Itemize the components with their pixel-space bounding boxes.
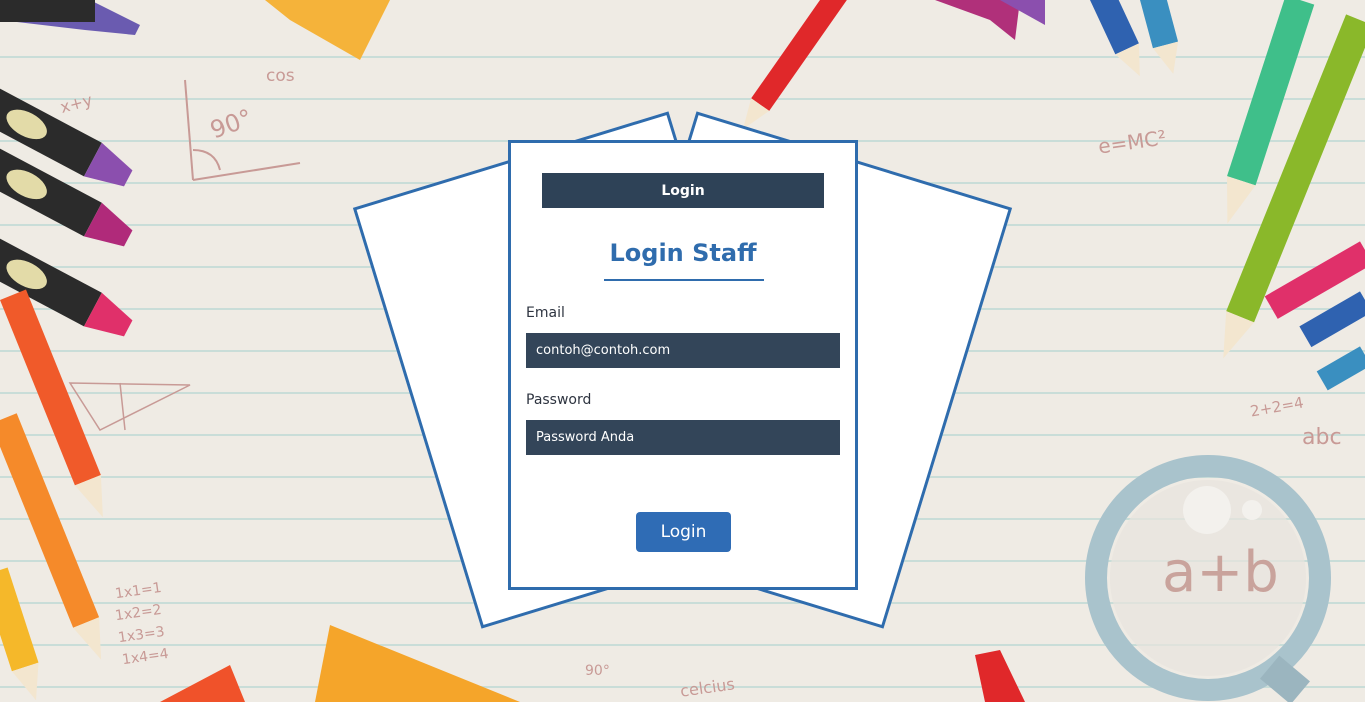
- card-header: Login: [542, 173, 824, 208]
- doodle-abc: abc: [1302, 425, 1342, 450]
- pencil-icon: [0, 567, 39, 701]
- ruler-icon: [265, 0, 390, 60]
- triangle-icon: [160, 665, 245, 702]
- doodle-cos: cos: [266, 66, 295, 86]
- pencil-icon: [1316, 346, 1365, 391]
- crayon-icon: [0, 0, 140, 35]
- doodle-a-plus-b: a+b: [1162, 540, 1279, 605]
- doodle-ninety-small: 90°: [585, 663, 610, 679]
- pencil-icon: [742, 0, 856, 130]
- pencil-icon: [1137, 0, 1179, 74]
- login-button[interactable]: Login: [636, 512, 731, 552]
- email-field[interactable]: contoh@contoh.com: [526, 333, 840, 368]
- triangle-doodle-icon: [68, 382, 191, 431]
- email-label: Email: [526, 305, 565, 321]
- page-title: Login Staff: [609, 239, 757, 267]
- password-field[interactable]: Password Anda: [526, 420, 840, 455]
- password-label: Password: [526, 392, 592, 408]
- pencil-icon: [975, 650, 1025, 702]
- login-card: Login Login Staff Email contoh@contoh.co…: [508, 140, 858, 590]
- pencil-icon: [1085, 0, 1140, 77]
- title-underline: [604, 279, 764, 281]
- pencil-icon: [935, 0, 1020, 40]
- ruler-icon: [315, 625, 520, 702]
